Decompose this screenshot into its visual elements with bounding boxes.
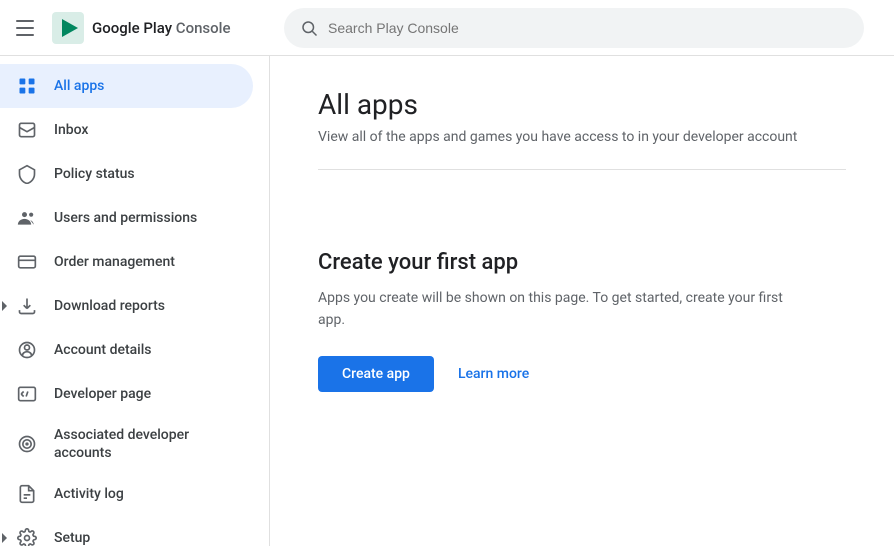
sidebar-item-all-apps[interactable]: All apps — [0, 64, 253, 108]
divider — [318, 169, 846, 170]
sidebar: All apps Inbox Policy status Users and p… — [0, 56, 270, 546]
shield-icon — [16, 163, 38, 185]
create-description: Apps you create will be shown on this pa… — [318, 287, 798, 332]
inbox-icon — [16, 119, 38, 141]
main-content: All apps View all of the apps and games … — [270, 56, 894, 546]
gear-icon — [16, 527, 38, 546]
sidebar-item-policy-status[interactable]: Policy status — [0, 152, 253, 196]
sidebar-item-setup[interactable]: Setup — [0, 516, 253, 546]
top-bar: Google Play Console — [0, 0, 894, 56]
target-icon — [16, 433, 38, 455]
create-section: Create your first app Apps you create wi… — [318, 250, 846, 392]
page-subtitle: View all of the apps and games you have … — [318, 129, 846, 145]
sidebar-item-activity-log[interactable]: Activity log — [0, 472, 253, 516]
sidebar-item-policy-status-label: Policy status — [54, 166, 237, 182]
logo-area: Google Play Console — [52, 12, 272, 44]
learn-more-link[interactable]: Learn more — [458, 366, 529, 382]
person-circle-icon — [16, 339, 38, 361]
sidebar-item-developer-page-label: Developer page — [54, 386, 237, 402]
sidebar-item-inbox[interactable]: Inbox — [0, 108, 253, 152]
sidebar-item-download-reports-label: Download reports — [54, 298, 237, 314]
sidebar-item-order-management[interactable]: Order management — [0, 240, 253, 284]
developer-icon — [16, 383, 38, 405]
people-icon — [16, 207, 38, 229]
sidebar-item-associated-dev[interactable]: Associated developer accounts — [0, 416, 253, 472]
sidebar-item-account-details[interactable]: Account details — [0, 328, 253, 372]
sidebar-item-account-details-label: Account details — [54, 342, 237, 358]
grid-icon — [16, 75, 38, 97]
create-title: Create your first app — [318, 250, 846, 275]
logo-text: Google Play Console — [92, 19, 231, 37]
sidebar-item-users-permissions[interactable]: Users and permissions — [0, 196, 253, 240]
sidebar-item-developer-page[interactable]: Developer page — [0, 372, 253, 416]
document-icon — [16, 483, 38, 505]
sidebar-item-download-reports[interactable]: Download reports — [0, 284, 253, 328]
play-console-logo-icon — [52, 12, 84, 44]
download-icon — [16, 295, 38, 317]
search-icon — [300, 19, 318, 37]
search-bar[interactable] — [284, 8, 864, 48]
search-input[interactable] — [328, 20, 848, 36]
sidebar-item-inbox-label: Inbox — [54, 122, 237, 138]
hamburger-menu[interactable] — [12, 14, 40, 42]
main-layout: All apps Inbox Policy status Users and p… — [0, 56, 894, 546]
page-title: All apps — [318, 88, 846, 121]
card-icon — [16, 251, 38, 273]
sidebar-item-activity-log-label: Activity log — [54, 486, 237, 502]
sidebar-item-associated-dev-label: Associated developer accounts — [54, 426, 237, 462]
sidebar-item-all-apps-label: All apps — [54, 78, 237, 94]
sidebar-item-setup-label: Setup — [54, 530, 237, 546]
action-row: Create app Learn more — [318, 356, 846, 392]
sidebar-item-users-permissions-label: Users and permissions — [54, 210, 237, 226]
create-app-button[interactable]: Create app — [318, 356, 434, 392]
sidebar-item-order-management-label: Order management — [54, 254, 237, 270]
